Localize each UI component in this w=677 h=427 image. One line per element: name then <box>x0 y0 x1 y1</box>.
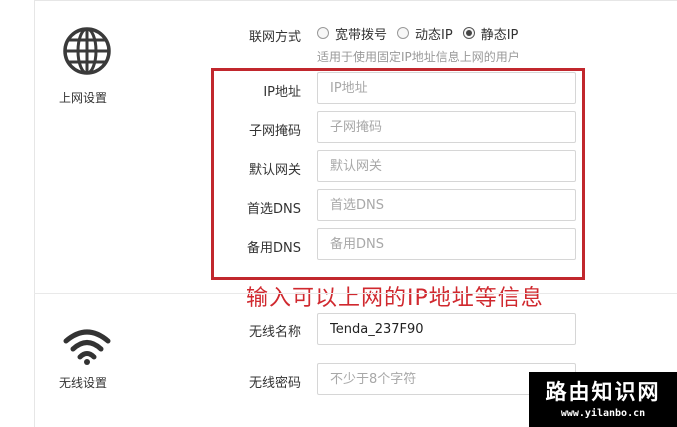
wifi-password-label: 无线密码 <box>248 376 301 391</box>
radio-circle-pppoe[interactable] <box>317 27 329 39</box>
radio-static-ip-label: 静态IP <box>480 27 519 43</box>
radio-pppoe-label: 宽带拨号 <box>335 27 388 43</box>
section-divider <box>34 293 677 294</box>
panel-border-left <box>34 0 35 427</box>
connection-type-radio-group: 宽带拨号 动态IP 静态IP <box>317 24 528 43</box>
radio-static-ip[interactable]: 静态IP <box>462 24 519 43</box>
panel-border-top <box>34 0 677 1</box>
section-label-internet: 上网设置 <box>59 91 108 105</box>
wifi-name-label: 无线名称 <box>248 325 301 340</box>
radio-circle-dhcp[interactable] <box>397 27 410 39</box>
watermark: 路由知识网 www.yilanbo.cn <box>529 372 677 427</box>
wifi-icon <box>63 329 111 365</box>
annotation-text: 输入可以上网的IP地址等信息 <box>246 286 544 311</box>
radio-pppoe[interactable]: 宽带拨号 <box>317 24 387 43</box>
watermark-url: www.yilanbo.cn <box>560 408 646 419</box>
watermark-title: 路由知识网 <box>545 380 661 404</box>
globe-icon <box>63 27 111 75</box>
section-label-wireless: 无线设置 <box>59 376 108 390</box>
radio-dhcp[interactable]: 动态IP <box>397 24 453 43</box>
radio-circle-static-ip[interactable] <box>462 27 475 39</box>
connection-type-hint: 适用于使用固定IP地址信息上网的用户 <box>317 50 520 64</box>
highlight-box <box>211 68 585 280</box>
connection-type-label: 联网方式 <box>248 30 301 45</box>
wifi-name-input[interactable] <box>317 313 576 345</box>
radio-dhcp-label: 动态IP <box>415 27 453 43</box>
